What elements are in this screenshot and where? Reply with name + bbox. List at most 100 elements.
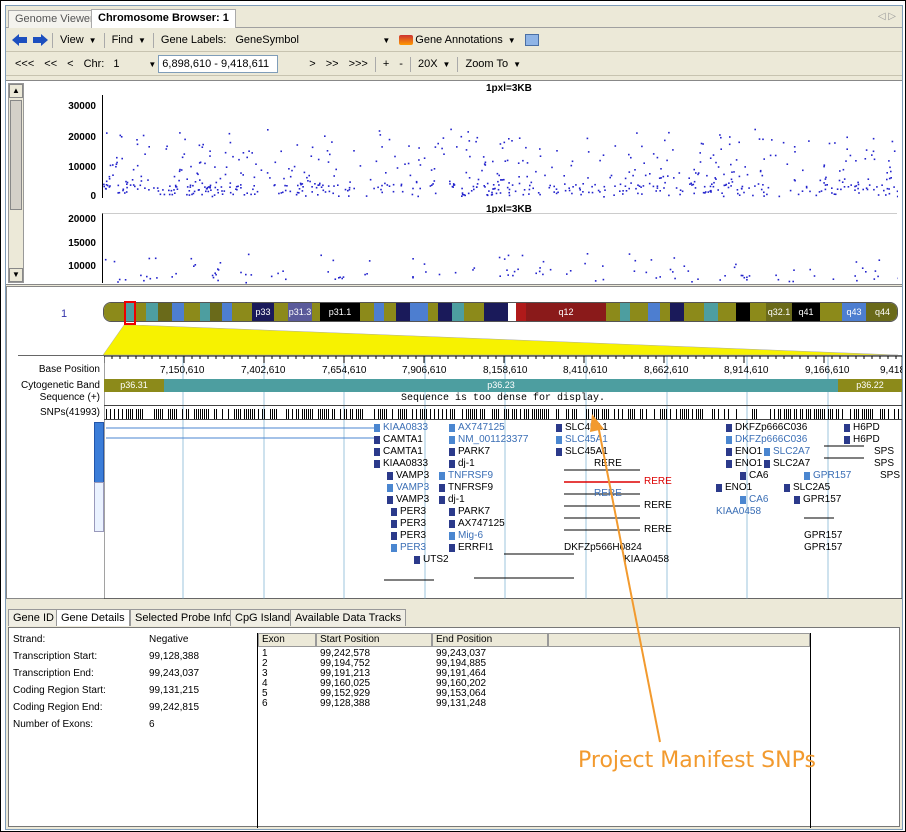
- nav-right-button[interactable]: >: [304, 58, 320, 70]
- tab-gene-id[interactable]: Gene ID: [8, 609, 59, 626]
- gene-feature[interactable]: RERE: [594, 488, 622, 499]
- tab-scroll-arrows[interactable]: ◁ ▷: [878, 11, 896, 22]
- gene-feature[interactable]: GPR157: [804, 530, 842, 541]
- gene-feature[interactable]: RERE: [644, 500, 672, 511]
- gene-feature[interactable]: GPR157: [794, 494, 841, 505]
- gene-feature[interactable]: RERE: [594, 458, 622, 469]
- gene-feature[interactable]: RERE: [644, 524, 672, 535]
- gene-feature[interactable]: SLC45A1: [556, 434, 608, 445]
- gene-feature[interactable]: NM_001123377: [449, 434, 528, 445]
- end-column-header[interactable]: End Position: [432, 633, 548, 647]
- nav-left-button[interactable]: <: [62, 58, 78, 70]
- chromosome-ideogram[interactable]: p33 p31.3 p31.1 q12 q32.1 q41 q43 q44: [103, 302, 898, 322]
- tab-gene-details[interactable]: Gene Details: [56, 609, 130, 626]
- chr-select[interactable]: 1: [109, 55, 145, 73]
- gene-feature[interactable]: UTS2: [414, 554, 449, 565]
- back-icon[interactable]: [10, 32, 30, 48]
- gene-feature[interactable]: SLC2A7: [764, 446, 810, 457]
- snp-density-point: [586, 137, 589, 140]
- image-export-icon[interactable]: [524, 34, 539, 46]
- gene-feature[interactable]: Mig-6: [449, 530, 483, 541]
- range-input[interactable]: 6,898,610 - 9,418,611: [158, 55, 279, 73]
- gene-feature[interactable]: ENO1: [716, 482, 752, 493]
- gene-feature[interactable]: PER3: [391, 542, 426, 553]
- ideogram-selection-box[interactable]: [124, 301, 136, 325]
- tab-cpg-island[interactable]: CpG Island: [230, 609, 296, 626]
- gene-feature[interactable]: DKFZp666C036: [726, 434, 807, 445]
- gene-feature[interactable]: SPS: [874, 446, 894, 457]
- chevron-down-icon[interactable]: ▼: [148, 60, 156, 69]
- snp-density-point: [179, 168, 181, 171]
- gene-feature[interactable]: SLC2A7: [764, 458, 810, 469]
- snp-density-point: [507, 254, 510, 257]
- gene-feature[interactable]: SLC45A1: [556, 422, 608, 433]
- exon-column-header[interactable]: Exon: [258, 633, 316, 647]
- nav-far-right-button[interactable]: >>>: [344, 58, 373, 70]
- forward-icon[interactable]: [30, 32, 50, 48]
- gene-feature[interactable]: ERRFI1: [449, 542, 494, 553]
- zoom-in-button[interactable]: +: [378, 58, 394, 70]
- view-menu[interactable]: View ▼: [55, 34, 102, 46]
- snps-track[interactable]: [104, 408, 902, 420]
- start-column-header[interactable]: Start Position: [316, 633, 432, 647]
- gene-feature[interactable]: SPS: [874, 458, 894, 469]
- tab-genome-viewer[interactable]: Genome Viewer: [8, 10, 101, 28]
- gene-feature[interactable]: GPR157: [804, 542, 842, 553]
- gene-feature[interactable]: CA6: [740, 494, 768, 505]
- gene-feature[interactable]: CAMTA1: [374, 446, 423, 457]
- gene-feature[interactable]: SPS: [880, 470, 900, 481]
- gene-feature[interactable]: AX747125: [449, 422, 505, 433]
- zoom-out-button[interactable]: -: [394, 58, 408, 70]
- gene-feature[interactable]: PER3: [391, 530, 426, 541]
- gene-feature[interactable]: H6PD: [844, 434, 880, 445]
- scroll-thumb[interactable]: [10, 100, 22, 210]
- gene-annotations-menu[interactable]: Gene Annotations ▼: [394, 34, 520, 46]
- gene-feature[interactable]: AX747125: [449, 518, 505, 529]
- scroll-up-icon[interactable]: ▲: [9, 84, 23, 98]
- find-menu[interactable]: Find ▼: [107, 34, 151, 46]
- gene-feature[interactable]: RERE: [644, 476, 672, 487]
- zoom-to-menu[interactable]: Zoom To ▼: [460, 58, 526, 70]
- gene-feature[interactable]: KIAA0458: [624, 554, 669, 565]
- gene-feature[interactable]: KIAA0458: [716, 506, 761, 517]
- nav-more-left-button[interactable]: <<: [39, 58, 62, 70]
- gene-feature[interactable]: dj-1: [439, 494, 465, 505]
- snp-marker: [864, 409, 865, 419]
- gene-labels-select[interactable]: GeneSymbol: [231, 31, 379, 49]
- gene-feature[interactable]: DKFZp666C036: [726, 422, 807, 433]
- gene-feature[interactable]: dj-1: [449, 458, 475, 469]
- tab-available-data-tracks[interactable]: Available Data Tracks: [290, 609, 407, 626]
- gene-feature[interactable]: H6PD: [844, 422, 880, 433]
- gene-feature[interactable]: SLC2A5: [784, 482, 830, 493]
- gene-feature[interactable]: ENO1: [726, 458, 762, 469]
- gene-feature[interactable]: DKFZp566H0824: [564, 542, 642, 553]
- snp-density-point: [873, 158, 876, 161]
- gene-feature[interactable]: TNFRSF9: [439, 482, 493, 493]
- gene-feature[interactable]: PER3: [391, 506, 426, 517]
- chevron-down-icon[interactable]: ▼: [382, 36, 390, 45]
- snp-marker: [606, 409, 607, 419]
- zoom-level-select[interactable]: 20X ▼: [413, 58, 456, 70]
- gene-feature[interactable]: GPR157: [804, 470, 851, 481]
- scroll-down-icon[interactable]: ▼: [9, 268, 23, 282]
- gene-feature[interactable]: PER3: [391, 518, 426, 529]
- tab-selected-probe-info[interactable]: Selected Probe Info: [130, 609, 237, 626]
- plots-scrollbar[interactable]: ▲ ▼: [8, 83, 24, 283]
- snp-density-point: [170, 189, 173, 192]
- gene-feature[interactable]: VAMP3: [387, 482, 429, 493]
- tab-chromosome-browser[interactable]: Chromosome Browser: 1: [91, 9, 236, 28]
- gene-feature[interactable]: PARK7: [449, 446, 490, 457]
- snp-marker: [884, 409, 885, 419]
- gene-feature[interactable]: KIAA0833: [374, 458, 428, 469]
- gene-feature[interactable]: KIAA0833: [374, 422, 428, 433]
- gene-feature[interactable]: PARK7: [449, 506, 490, 517]
- nav-more-right-button[interactable]: >>: [321, 58, 344, 70]
- gene-feature[interactable]: CA6: [740, 470, 768, 481]
- gene-feature[interactable]: VAMP3: [387, 494, 429, 505]
- gene-feature[interactable]: VAMP3: [387, 470, 429, 481]
- gene-feature[interactable]: CAMTA1: [374, 434, 423, 445]
- nav-far-left-button[interactable]: <<<: [10, 58, 39, 70]
- gene-feature[interactable]: SLC45A1: [556, 446, 608, 457]
- gene-feature[interactable]: TNFRSF9: [439, 470, 493, 481]
- gene-feature[interactable]: ENO1: [726, 446, 762, 457]
